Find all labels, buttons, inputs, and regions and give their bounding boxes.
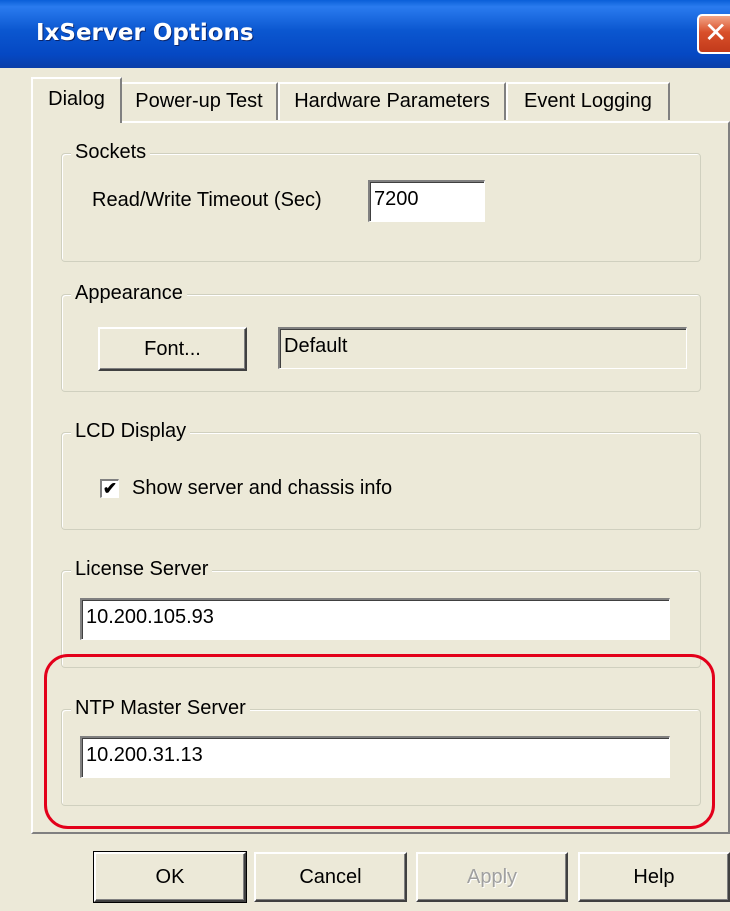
timeout-label: Read/Write Timeout (Sec) (92, 189, 322, 211)
tab-hardware-parameters[interactable]: Hardware Parameters (278, 82, 506, 120)
appearance-legend: Appearance (71, 280, 187, 306)
ok-button[interactable]: OK (93, 851, 247, 903)
timeout-input[interactable]: 7200 (368, 180, 485, 222)
show-info-checkbox[interactable]: ✔ (100, 479, 119, 498)
ntp-master-server-input[interactable]: 10.200.31.13 (80, 736, 670, 778)
ntp-master-server-group: NTP Master Server 10.200.31.13 (61, 695, 701, 806)
sockets-legend: Sockets (71, 139, 151, 165)
help-button[interactable]: Help (578, 852, 730, 902)
license-server-group: License Server 10.200.105.93 (61, 556, 701, 668)
tab-panel-dialog: Sockets Read/Write Timeout (Sec) 7200 Ap… (31, 121, 730, 834)
window-title: IxServer Options (36, 20, 254, 46)
apply-button[interactable]: Apply (416, 852, 568, 902)
ntp-master-server-legend: NTP Master Server (71, 695, 250, 721)
cancel-button[interactable]: Cancel (254, 852, 407, 902)
title-bar: IxServer Options ✕ (0, 0, 730, 68)
sockets-group: Sockets Read/Write Timeout (Sec) 7200 (61, 139, 701, 262)
close-icon[interactable]: ✕ (697, 14, 730, 54)
lcd-display-group: LCD Display ✔ Show server and chassis in… (61, 418, 701, 530)
font-button[interactable]: Font... (98, 327, 247, 371)
license-server-input[interactable]: 10.200.105.93 (80, 598, 670, 640)
tab-event-logging[interactable]: Event Logging (506, 82, 670, 120)
license-server-legend: License Server (71, 556, 213, 582)
tab-dialog[interactable]: Dialog (31, 77, 122, 123)
font-display: Default (278, 327, 687, 369)
tab-power-up-test[interactable]: Power-up Test (120, 82, 278, 120)
appearance-group: Appearance Font... Default (61, 280, 701, 392)
lcd-display-legend: LCD Display (71, 418, 191, 444)
show-info-label[interactable]: Show server and chassis info (132, 477, 392, 500)
